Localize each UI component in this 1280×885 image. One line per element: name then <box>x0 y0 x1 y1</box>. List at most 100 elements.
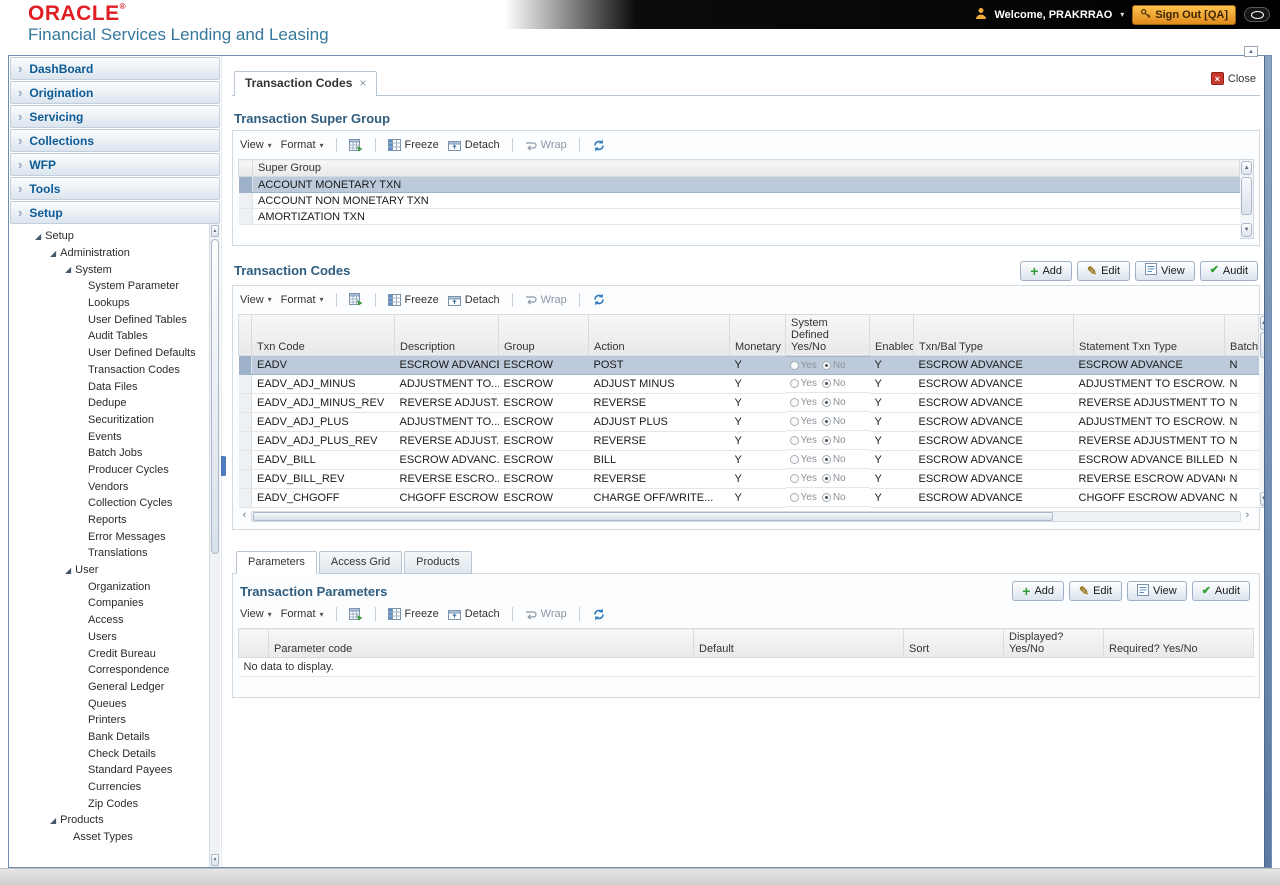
scrollbar-thumb[interactable] <box>253 512 1054 521</box>
tree-item-events[interactable]: Events <box>35 428 207 445</box>
column-header-statement-txn-type[interactable]: Statement Txn Type <box>1073 313 1225 356</box>
oracle-chip-icon[interactable] <box>1244 7 1270 22</box>
tree-item-asset-types[interactable]: Asset Types <box>35 829 207 846</box>
table-row[interactable]: EADV_CHGOFF CHGOFF ESCROW... ESCROW CHARGE … <box>238 488 1259 508</box>
column-header-description[interactable]: Description <box>394 313 499 356</box>
view-menu-button[interactable]: View ▾ <box>240 608 272 620</box>
tree-item-bank-details[interactable]: Bank Details <box>35 729 207 746</box>
column-header-system-defined-yes-no[interactable]: System Defined Yes/No <box>785 313 870 356</box>
format-menu-button[interactable]: Format ▾ <box>281 294 324 306</box>
edit-button[interactable]: ✎ Edit <box>1069 581 1123 601</box>
tree-item-products[interactable]: ◢ Products <box>35 812 207 829</box>
tree-item-standard-payees[interactable]: Standard Payees <box>35 762 207 779</box>
tree-item-error-messages[interactable]: Error Messages <box>35 528 207 545</box>
table-row[interactable]: ACCOUNT NON MONETARY TXN <box>238 192 1240 209</box>
format-menu-button[interactable]: Format ▾ <box>281 139 324 151</box>
sign-out-button[interactable]: Sign Out [QA] <box>1132 4 1236 25</box>
column-header-parameter-code[interactable]: Parameter code <box>268 628 694 658</box>
refresh-icon[interactable] <box>592 608 606 621</box>
column-header-super-group[interactable]: Super Group <box>251 159 1241 177</box>
row-header-cell[interactable] <box>238 354 252 375</box>
column-header-sort[interactable]: Sort <box>903 628 1004 658</box>
row-header-cell[interactable] <box>238 176 253 193</box>
row-header-cell[interactable] <box>238 450 252 470</box>
tree-item-system-parameter[interactable]: System Parameter <box>35 278 207 295</box>
column-header-txn-code[interactable]: Txn Code <box>251 313 395 356</box>
expanded-node-icon[interactable]: ◢ <box>65 566 71 575</box>
scroll-down-icon[interactable]: ▼ <box>1260 492 1264 506</box>
column-header-group[interactable]: Group <box>498 313 589 356</box>
tree-item-vendors[interactable]: Vendors <box>35 478 207 495</box>
expanded-node-icon[interactable]: ◢ <box>50 816 56 825</box>
scrollbar-thumb[interactable] <box>1260 331 1264 358</box>
tree-item-access[interactable]: Access <box>35 612 207 629</box>
format-menu-button[interactable]: Format ▾ <box>281 608 324 620</box>
tree-item-companies[interactable]: Companies <box>35 595 207 612</box>
audit-button[interactable]: ✔ Audit <box>1199 260 1258 281</box>
table-row[interactable]: EADV_ADJ_PLUS_REV REVERSE ADJUST... ESCROW… <box>238 431 1259 451</box>
refresh-icon[interactable] <box>592 293 606 306</box>
table-row[interactable]: AMORTIZATION TXN <box>238 208 1240 225</box>
add-button[interactable]: + Add <box>1012 581 1065 601</box>
tree-item-data-files[interactable]: Data Files <box>35 378 207 395</box>
tree-item-translations[interactable]: Translations <box>35 545 207 562</box>
freeze-button[interactable]: Freeze <box>387 139 439 151</box>
tree-item-currencies[interactable]: Currencies <box>35 779 207 796</box>
table-row[interactable]: ACCOUNT MONETARY TXN <box>238 176 1240 193</box>
tree-item-queues[interactable]: Queues <box>35 695 207 712</box>
export-to-excel-icon[interactable] <box>348 293 363 306</box>
wrap-button[interactable]: Wrap <box>525 608 567 620</box>
scroll-up-icon[interactable]: ▲ <box>211 225 219 237</box>
sidebar-item-collections[interactable]: › Collections <box>10 129 220 152</box>
table-row[interactable]: EADV_ADJ_MINUS_REV REVERSE ADJUST... ESCRO… <box>238 393 1259 413</box>
column-header-enabled[interactable]: Enabled <box>869 313 914 356</box>
view-menu-button[interactable]: View ▾ <box>240 139 272 151</box>
column-header-monetary[interactable]: Monetary <box>729 313 786 356</box>
column-header-displayed-yes-no[interactable]: Displayed? Yes/No <box>1003 628 1104 658</box>
detach-button[interactable]: Detach <box>447 139 500 151</box>
wrap-button[interactable]: Wrap <box>525 294 567 306</box>
expanded-node-icon[interactable]: ◢ <box>35 232 41 241</box>
scroll-top-icon[interactable]: ▲ <box>1244 46 1258 57</box>
close-button[interactable]: × Close <box>1210 72 1256 85</box>
sidebar-item-wfp[interactable]: › WFP <box>10 153 220 176</box>
table-row[interactable]: EADV ESCROW ADVANCE ESCROW POST Y Yes No Y ESCRO… <box>238 354 1259 375</box>
scrollbar-thumb[interactable] <box>211 239 219 554</box>
scroll-up-icon[interactable]: ▲ <box>1260 315 1264 330</box>
table-row[interactable]: EADV_BILL ESCROW ADVANC... ESCROW BILL Y Yes N… <box>238 450 1259 470</box>
sidebar-item-servicing[interactable]: › Servicing <box>10 105 220 128</box>
tree-item-producer-cycles[interactable]: Producer Cycles <box>35 462 207 479</box>
column-header-batch[interactable]: Batch <box>1224 313 1259 356</box>
row-header-cell[interactable] <box>238 208 253 225</box>
tab-parameters[interactable]: Parameters <box>236 551 317 574</box>
freeze-button[interactable]: Freeze <box>387 608 439 620</box>
table-row[interactable]: EADV_ADJ_PLUS ADJUSTMENT TO... ESCROW ADJUS… <box>238 412 1259 432</box>
table-row[interactable]: EADV_ADJ_MINUS ADJUSTMENT TO... ESCROW ADJU… <box>238 374 1259 394</box>
tree-item-user-defined-tables[interactable]: User Defined Tables <box>35 311 207 328</box>
column-header-default[interactable]: Default <box>693 628 904 658</box>
export-to-excel-icon[interactable] <box>348 607 363 621</box>
row-header-cell[interactable] <box>238 488 252 508</box>
tab-transaction-codes[interactable]: Transaction Codes × <box>234 71 378 96</box>
tree-item-transaction-codes[interactable]: Transaction Codes <box>35 362 207 379</box>
sidebar-item-dashboard[interactable]: › DashBoard <box>10 57 220 80</box>
tree-item-correspondence[interactable]: Correspondence <box>35 662 207 679</box>
user-menu-caret-icon[interactable]: ▾ <box>1120 10 1124 19</box>
audit-button[interactable]: ✔ Audit <box>1191 581 1250 601</box>
vertical-scrollbar[interactable]: ▲ ▼ <box>1259 313 1264 508</box>
row-header-cell[interactable] <box>238 431 252 451</box>
view-menu-button[interactable]: View ▾ <box>240 294 272 306</box>
row-header-cell[interactable] <box>238 469 252 489</box>
tree-item-general-ledger[interactable]: General Ledger <box>35 679 207 696</box>
tree-item-credit-bureau[interactable]: Credit Bureau <box>35 645 207 662</box>
freeze-button[interactable]: Freeze <box>387 293 439 306</box>
add-button[interactable]: + Add <box>1020 260 1073 281</box>
tree-item-reports[interactable]: Reports <box>35 512 207 529</box>
column-header-action[interactable]: Action <box>588 313 730 356</box>
tab-close-icon[interactable]: × <box>359 76 366 90</box>
tree-item-collection-cycles[interactable]: Collection Cycles <box>35 495 207 512</box>
sidebar-item-origination[interactable]: › Origination <box>10 81 220 104</box>
tree-item-check-details[interactable]: Check Details <box>35 745 207 762</box>
tree-item-printers[interactable]: Printers <box>35 712 207 729</box>
tree-item-users[interactable]: Users <box>35 629 207 646</box>
